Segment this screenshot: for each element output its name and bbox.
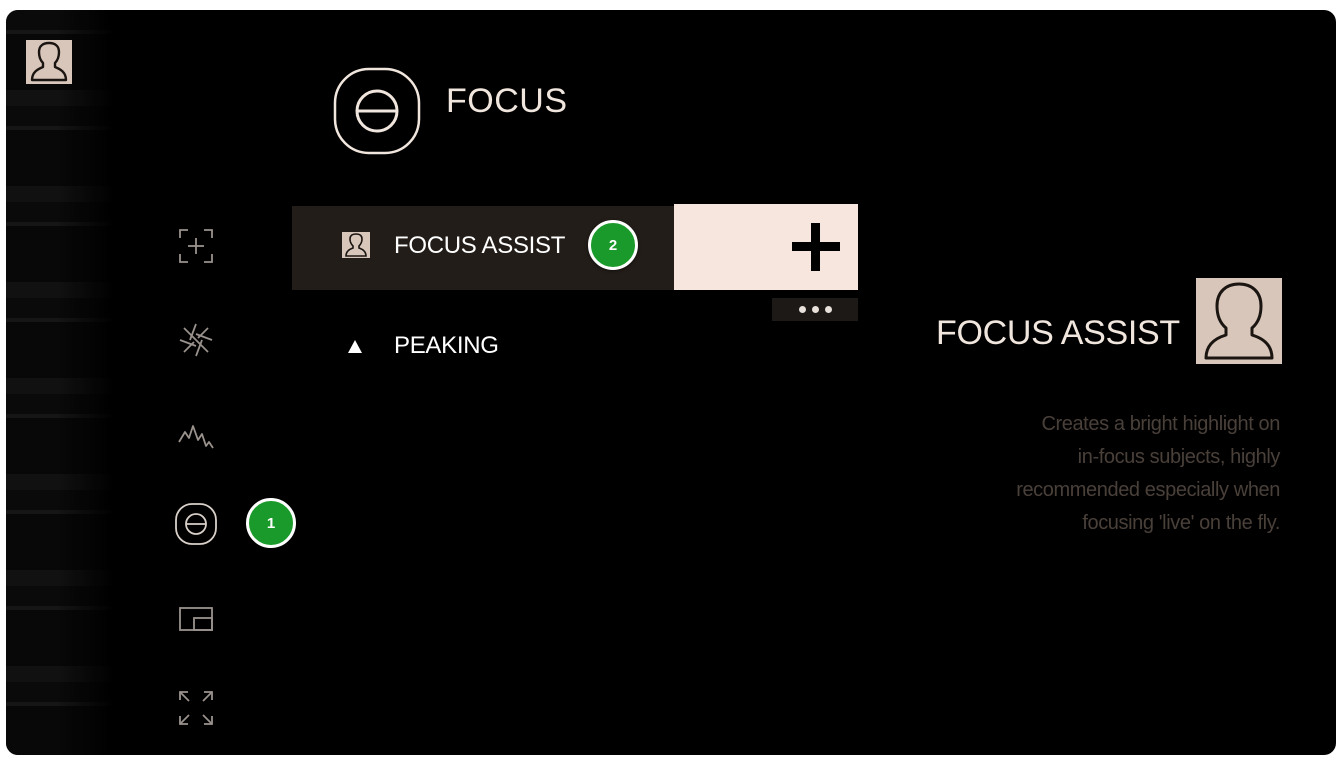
detail-description: Creates a bright highlight on in-focus s… [1016, 413, 1280, 534]
annotation-badge-2: 2 [588, 220, 638, 270]
page-title: FOCUS [446, 82, 568, 120]
picture-in-picture-icon[interactable] [174, 598, 218, 642]
expand-icon[interactable] [174, 686, 218, 730]
detail-title: FOCUS ASSIST [936, 314, 1180, 352]
triangle-icon [348, 340, 362, 353]
person-avatar-icon [1196, 278, 1282, 364]
filmstrip-background [6, 10, 116, 755]
menu-item-peaking[interactable]: PEAKING [342, 326, 642, 366]
add-button[interactable] [674, 204, 858, 290]
person-avatar-icon [342, 232, 370, 258]
annotation-badge-1: 1 [246, 498, 296, 548]
more-options-button[interactable] [772, 298, 858, 321]
focus-theta-icon [332, 66, 426, 165]
crosshair-frame-icon[interactable] [174, 224, 218, 268]
menu-item-label: PEAKING [394, 332, 499, 359]
app-screen: FOCUS 1 FOCUS ASSIST 2 PEAKING FOCUS ASS… [6, 10, 1336, 755]
profile-icon[interactable] [26, 40, 72, 84]
ellipsis-icon [798, 306, 806, 313]
menu-item-label: FOCUS ASSIST [394, 232, 566, 259]
shutter-icon[interactable] [174, 318, 218, 362]
waveform-icon[interactable] [174, 414, 218, 458]
plus-icon [790, 221, 842, 278]
focus-icon[interactable] [174, 502, 218, 546]
